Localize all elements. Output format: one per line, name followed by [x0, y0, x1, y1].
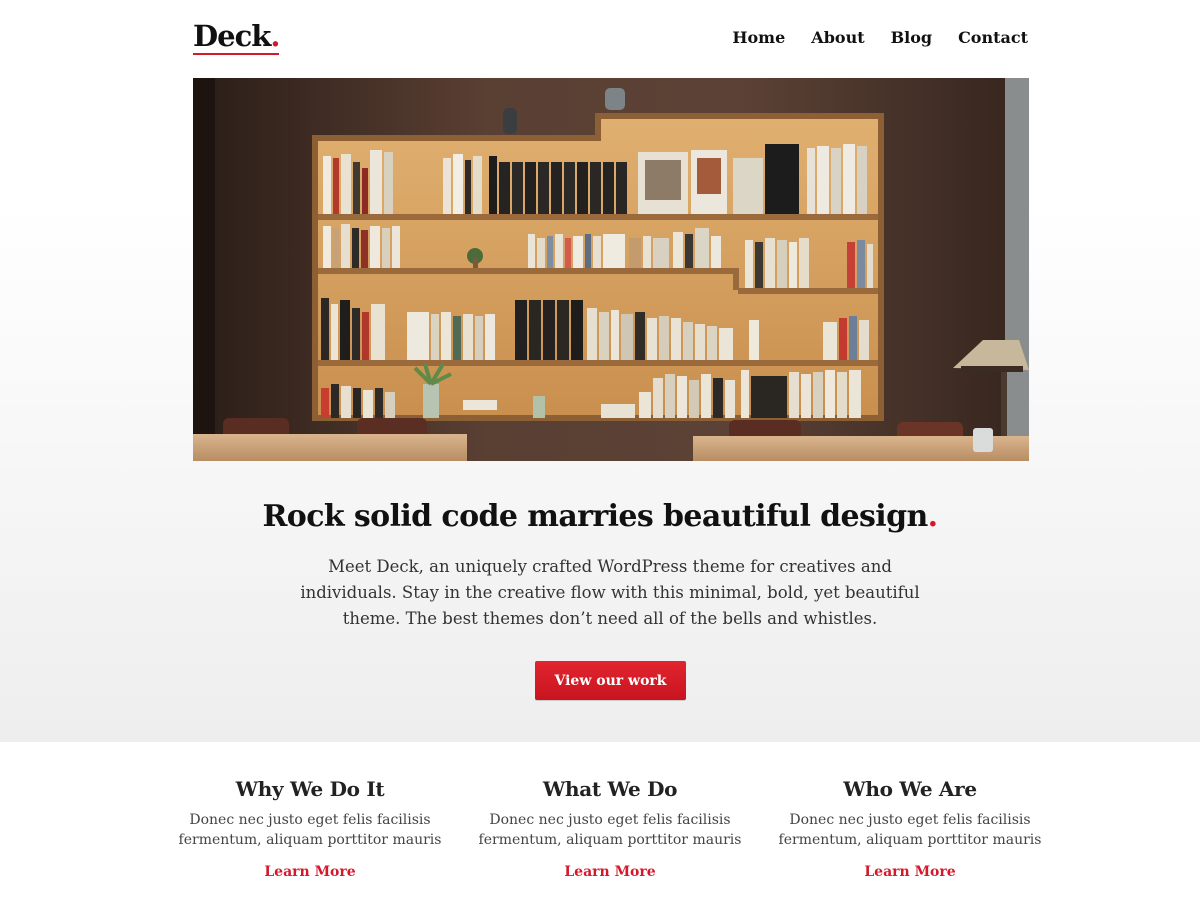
feature-text: Donec nec justo eget felis facilisis fer…	[778, 812, 1042, 848]
feature-title: Why We Do It	[235, 777, 385, 801]
feature-title: Who We Are	[843, 777, 977, 801]
learn-more-link[interactable]: Learn More	[864, 864, 955, 880]
view-our-work-button[interactable]: View our work	[535, 661, 686, 700]
logo-dot: .	[270, 19, 280, 53]
learn-more-link[interactable]: Learn More	[264, 864, 355, 880]
bookshelf-illustration	[193, 78, 1029, 461]
feature-text: Donec nec justo eget felis facilisis fer…	[178, 812, 442, 848]
nav-home[interactable]: Home	[732, 28, 785, 48]
site-logo[interactable]: Deck.	[193, 19, 280, 55]
feature-what-we-do: What We Do Donec nec justo eget felis fa…	[475, 772, 745, 880]
feature-who-we-are: Who We Are Donec nec justo eget felis fa…	[775, 772, 1045, 880]
feature-text: Donec nec justo eget felis facilisis fer…	[478, 812, 742, 848]
nav-blog[interactable]: Blog	[891, 28, 932, 48]
features-row: Why We Do It Donec nec justo eget felis …	[175, 772, 1045, 880]
nav-contact[interactable]: Contact	[958, 28, 1028, 48]
learn-more-link[interactable]: Learn More	[564, 864, 655, 880]
hero-section: Deck. Home About Blog Contact Rock solid…	[0, 0, 1200, 742]
hero-image	[193, 78, 1029, 461]
headline-dot: .	[927, 499, 938, 534]
headline-text: Rock solid code marries beautiful design	[262, 499, 928, 534]
hero-intro: Meet Deck, an uniquely crafted WordPress…	[300, 557, 920, 628]
feature-why-we-do-it: Why We Do It Donec nec justo eget felis …	[175, 772, 445, 880]
hero-headline: Rock solid code marries beautiful design…	[0, 496, 1200, 538]
nav-about[interactable]: About	[811, 28, 864, 48]
main-nav: Home About Blog Contact	[732, 28, 1028, 48]
logo-text: Deck	[193, 19, 271, 53]
feature-title: What We Do	[542, 777, 678, 801]
